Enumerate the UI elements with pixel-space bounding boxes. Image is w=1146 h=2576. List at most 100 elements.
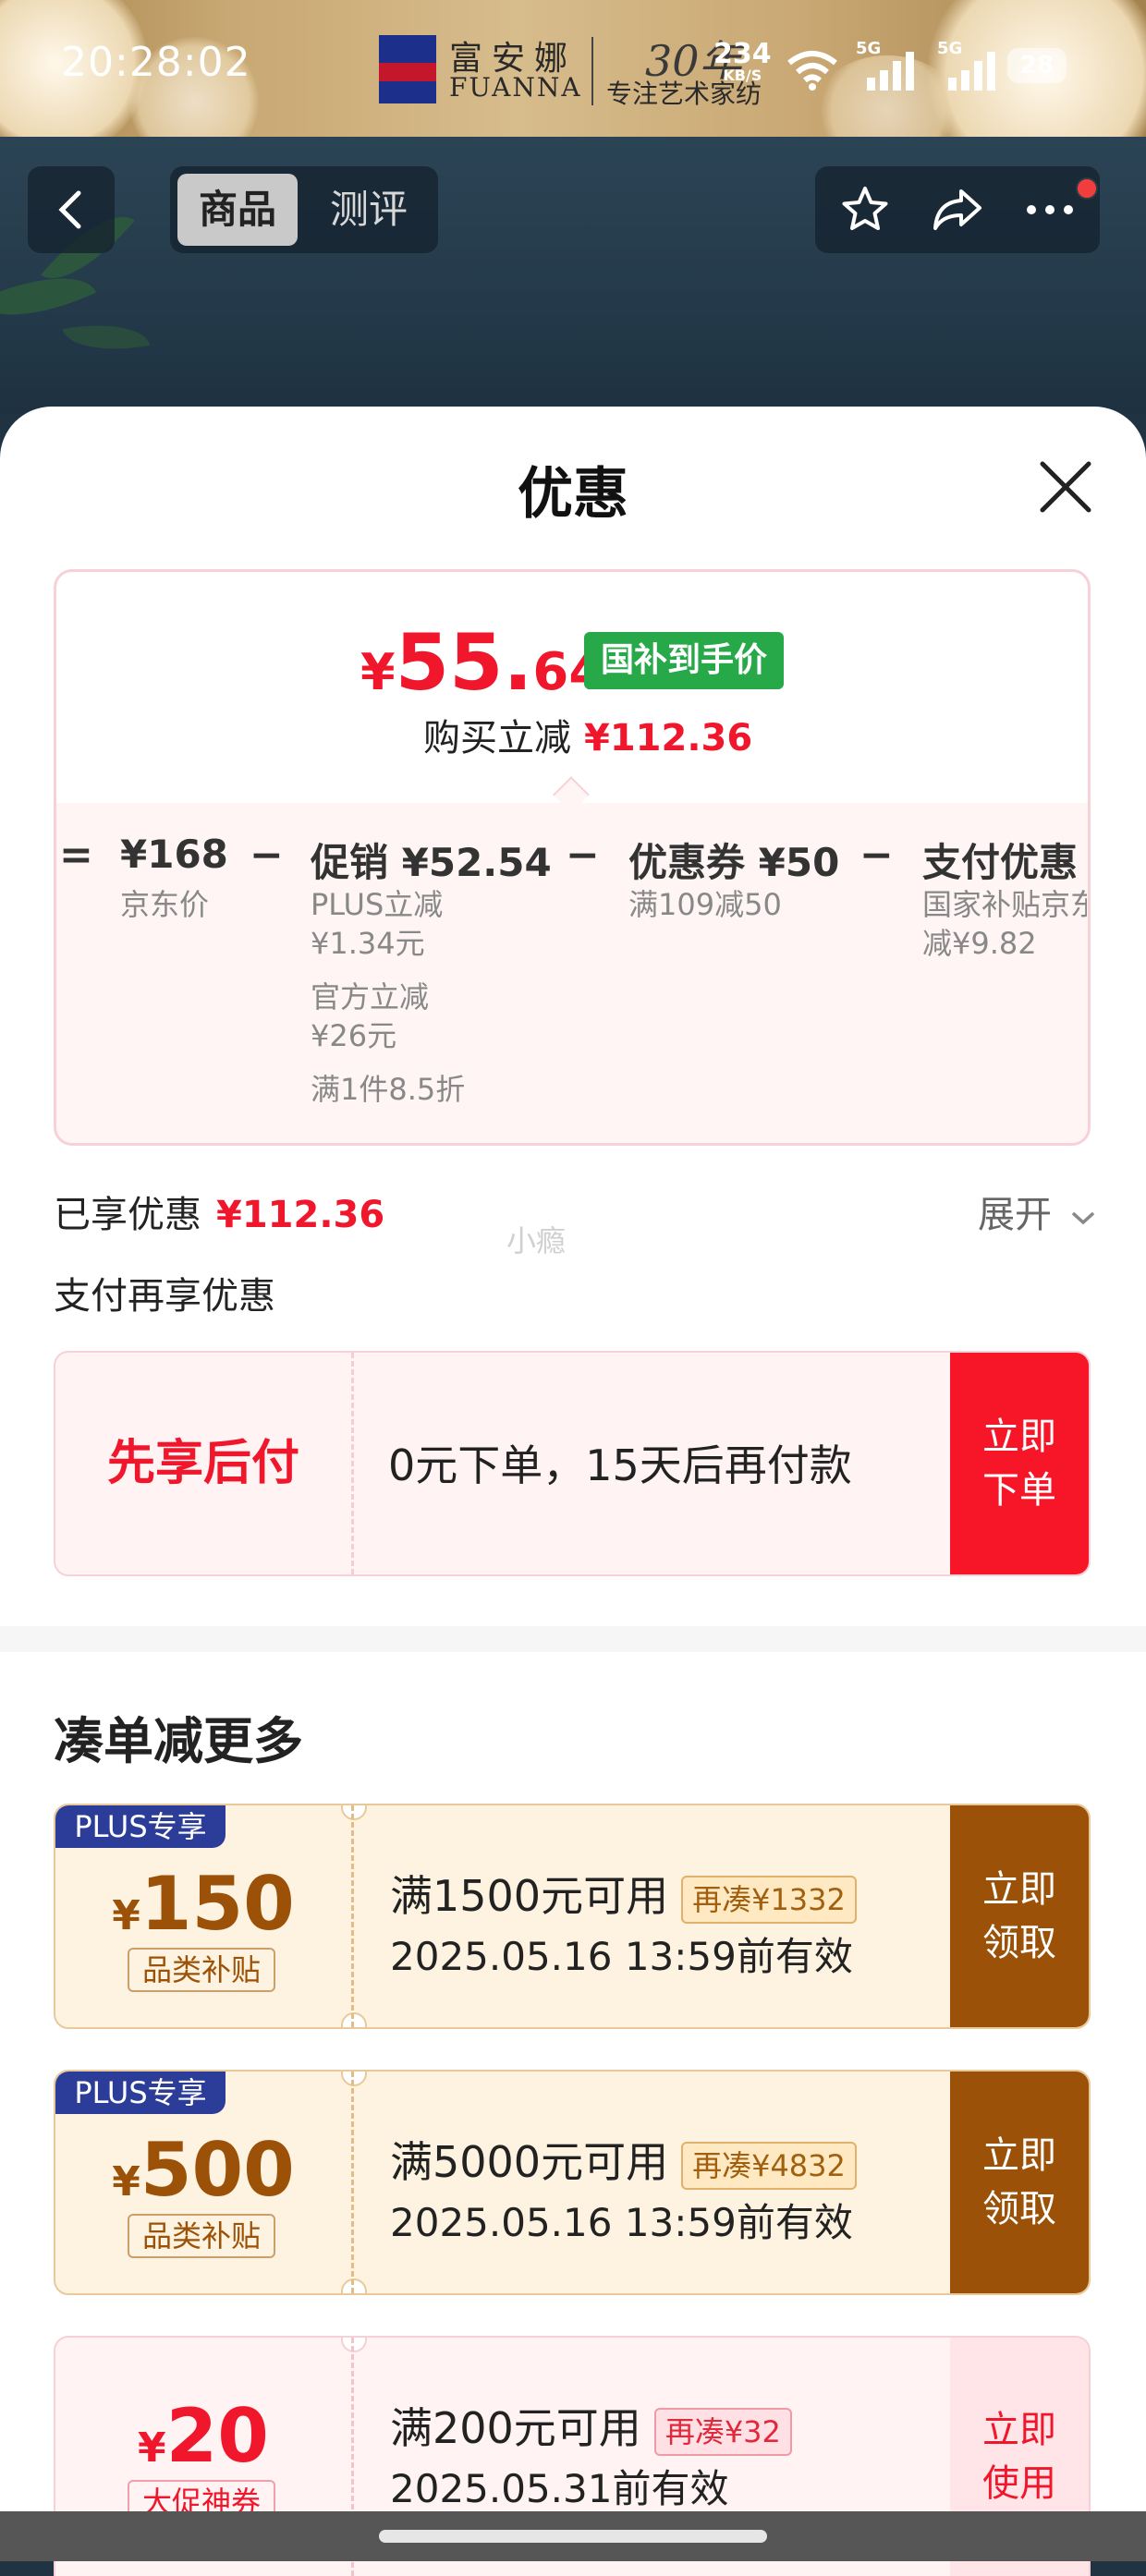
- close-icon: [1040, 461, 1091, 513]
- claim-coupon-button[interactable]: 立即领取: [950, 2072, 1089, 2293]
- final-price: ¥55.64: [360, 617, 604, 708]
- payment-discount-label: 国家补贴京东: [922, 887, 1087, 922]
- jd-price-label: 京东价: [120, 887, 210, 922]
- pay-later-left: 先享后付: [55, 1353, 351, 1574]
- brand-divider: [591, 37, 593, 105]
- subsidy-price-badge: 国补到手价: [584, 632, 784, 689]
- equals-operator: =: [59, 832, 93, 879]
- coupon-amount: ¥150: [55, 1861, 351, 1947]
- header-tabs: 商品 测评: [170, 166, 438, 253]
- notification-dot: [1076, 177, 1098, 200]
- coupon-notch: [341, 2338, 367, 2352]
- payment-discount-item: 支付优惠 ¥ 国家补贴京东 减¥9.82: [922, 832, 1087, 970]
- pay-later-title: 先享后付: [106, 1436, 299, 1491]
- signal-icon-1: 5G: [856, 39, 920, 91]
- promo-plus-label: PLUS立减: [311, 887, 444, 922]
- coupon-card: PLUS专享 ¥150 品类补贴 满1500元可用 再凑¥1332 2025.05…: [54, 1804, 1091, 2029]
- coupon-extra-tag: 再凑¥1332: [681, 1875, 857, 1924]
- back-button[interactable]: [28, 166, 115, 253]
- share-button[interactable]: [911, 166, 1004, 253]
- coupon-notch: [341, 2278, 367, 2293]
- coupon-condition-line: 满5000元可用 再凑¥4832: [390, 2129, 857, 2190]
- promo-official-label: 官方立减: [311, 979, 430, 1015]
- enjoyed-discount: 已享优惠 ¥112.36: [54, 1185, 384, 1238]
- coupon-symbol: ¥: [112, 1892, 140, 1939]
- wifi-icon: [787, 51, 837, 91]
- network-speed-value: 234: [713, 38, 772, 70]
- use-label: 立即使用: [982, 2409, 1056, 2505]
- pay-later-desc: 0元下单，15天后再付款: [388, 1440, 852, 1490]
- network-speed-unit: KB/S: [723, 67, 762, 84]
- coupon-validity: 2025.05.16 13:59前有效: [390, 1934, 853, 1979]
- promo-value: 促销 ¥52.54: [311, 840, 552, 885]
- tab-review[interactable]: 测评: [309, 174, 429, 246]
- share-icon: [933, 189, 981, 230]
- brand-logo: [379, 35, 436, 103]
- expand-button[interactable]: 展开: [978, 1185, 1097, 1238]
- back-icon: [58, 190, 81, 229]
- order-now-button[interactable]: 立即下单: [950, 1353, 1089, 1574]
- coupon-notch: [341, 2012, 367, 2027]
- pay-more-title: 支付再享优惠: [54, 1275, 275, 1318]
- close-button[interactable]: [1035, 456, 1096, 517]
- status-time: 20:28:02: [61, 39, 251, 86]
- minus-operator: −: [860, 832, 894, 879]
- price-symbol: ¥: [360, 643, 396, 701]
- card-divider: [351, 2072, 354, 2293]
- coupon-validity: 2025.05.16 13:59前有效: [390, 2200, 853, 2245]
- coupon-extra-tag: 再凑¥4832: [681, 2141, 857, 2190]
- section-divider: [0, 1626, 1146, 1652]
- status-icons: 5G 5G: [786, 39, 1002, 91]
- price-integer: 55.: [395, 617, 533, 708]
- coupon-amount: ¥20: [55, 2393, 351, 2479]
- coupon-condition: 满109减50: [628, 887, 782, 922]
- payment-discount-value: 支付优惠 ¥: [922, 840, 1087, 885]
- claim-label: 立即领取: [982, 2134, 1056, 2230]
- plus-exclusive-tag: PLUS专享: [55, 1805, 226, 1848]
- payment-discount-amount: 减¥9.82: [922, 926, 1037, 961]
- buy-reduce: 购买立减 ¥112.36: [423, 708, 752, 761]
- promo-official-amount: ¥26元: [311, 1018, 397, 1053]
- buy-reduce-label: 购买立减: [423, 717, 571, 759]
- coupon-notch: [341, 1805, 367, 1820]
- coupon-category: 品类补贴: [128, 2214, 275, 2258]
- header-actions: [815, 166, 1100, 253]
- enjoyed-label: 已享优惠: [54, 1194, 201, 1236]
- coupon-extra-tag: 再凑¥32: [653, 2407, 792, 2456]
- minus-operator: −: [250, 832, 284, 879]
- coupon-value: 优惠券 ¥50: [628, 840, 840, 885]
- order-now-label: 立即下单: [982, 1416, 1056, 1512]
- coupon-amount-value: 150: [140, 1861, 295, 1947]
- battery-icon: 28: [1007, 48, 1067, 83]
- pay-later-card: 先享后付 0元下单，15天后再付款 立即下单: [54, 1351, 1091, 1576]
- coupon-amount: ¥500: [55, 2127, 351, 2213]
- more-button[interactable]: [1004, 166, 1098, 253]
- plus-exclusive-tag: PLUS专享: [55, 2072, 226, 2114]
- signal-icon-2: 5G: [937, 39, 1002, 91]
- enjoyed-value: ¥112.36: [216, 1194, 385, 1236]
- watermark: 小瘾: [506, 1223, 567, 1258]
- buy-reduce-value: ¥112.36: [584, 717, 753, 759]
- claim-label: 立即领取: [982, 1868, 1056, 1964]
- minus-operator: −: [566, 832, 600, 879]
- home-indicator[interactable]: [379, 2530, 767, 2543]
- claim-coupon-button[interactable]: 立即领取: [950, 1805, 1089, 2027]
- coupon-validity: 2025.05.31前有效: [390, 2466, 729, 2511]
- jd-price-value: ¥168: [120, 832, 228, 877]
- coupon-symbol: ¥: [138, 2424, 166, 2472]
- coupon-condition: 满5000元可用: [390, 2137, 669, 2187]
- coupon-condition-line: 满1500元可用 再凑¥1332: [390, 1863, 857, 1924]
- coupon-condition: 满200元可用: [390, 2403, 641, 2453]
- coupon-condition-line: 满200元可用 再凑¥32: [390, 2395, 792, 2456]
- card-divider: [351, 1353, 354, 1574]
- bundle-title: 凑单减更多: [54, 1712, 303, 1770]
- network-speed: 234 KB/S: [713, 41, 772, 83]
- coupon-amount-value: 20: [165, 2393, 269, 2479]
- coupon-condition: 满1500元可用: [390, 1871, 669, 1921]
- favorite-button[interactable]: [819, 166, 911, 253]
- coupon-amount-value: 500: [140, 2127, 295, 2213]
- more-icon: [1027, 205, 1073, 214]
- promo-plus-amount: ¥1.34元: [311, 926, 425, 961]
- tab-product[interactable]: 商品: [177, 174, 298, 246]
- chevron-down-icon: [1071, 1211, 1094, 1225]
